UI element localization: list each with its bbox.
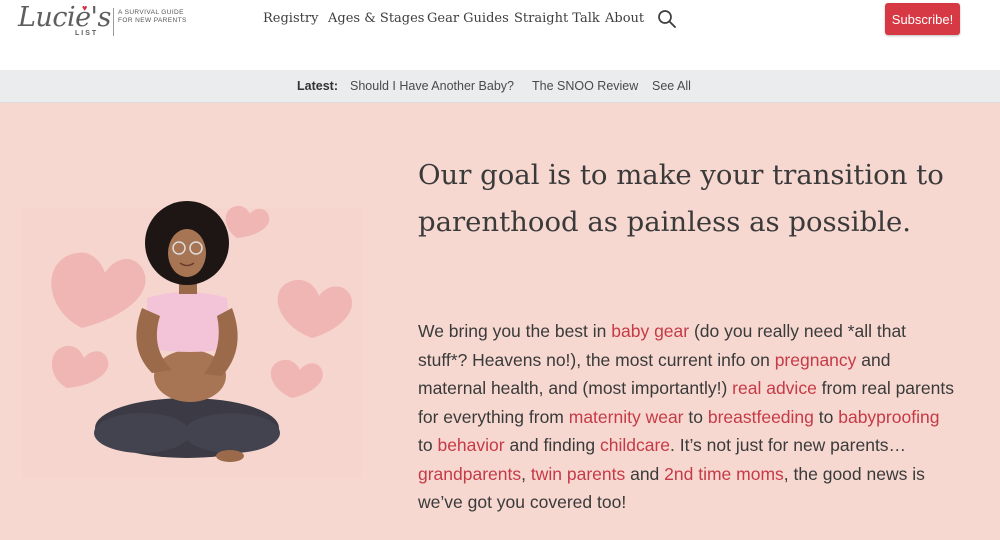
- body-text-segment: to: [683, 406, 708, 427]
- body-text-segment: to: [813, 406, 839, 427]
- hero-headline: Our goal is to make your transition to p…: [418, 159, 944, 238]
- hero-section: Our goal is to make your transition to p…: [0, 103, 1000, 540]
- nav-item-registry[interactable]: Registry: [263, 11, 318, 26]
- link-breastfeeding[interactable]: breastfeeding: [708, 407, 814, 427]
- heart-icon: ♥: [82, 3, 88, 13]
- hero-body-text: We bring you the best in baby gear (do y…: [418, 317, 958, 517]
- link-real-advice[interactable]: real advice: [732, 378, 817, 398]
- link-twin-parents[interactable]: twin parents: [531, 464, 625, 484]
- nav-item-about[interactable]: About: [605, 11, 644, 26]
- logo-list-text: LIST: [75, 30, 99, 37]
- latest-bar: Latest: Should I Have Another Baby? The …: [0, 70, 1000, 103]
- link-childcare[interactable]: childcare: [600, 435, 670, 455]
- latest-link-snoo-review[interactable]: The SNOO Review: [532, 79, 638, 93]
- logo-divider: [113, 8, 114, 36]
- link-maternity-wear[interactable]: maternity wear: [569, 407, 684, 427]
- search-icon[interactable]: [657, 9, 677, 29]
- nav-item-gear-guides[interactable]: Gear Guides: [427, 11, 509, 26]
- body-text-segment: . It’s not just for new parents…: [670, 435, 907, 455]
- link-2nd-time-moms[interactable]: 2nd time moms: [664, 464, 784, 484]
- link-grandparents[interactable]: grandparents: [418, 464, 521, 484]
- latest-link-another-baby[interactable]: Should I Have Another Baby?: [350, 79, 514, 93]
- latest-link-see-all[interactable]: See All: [652, 79, 691, 93]
- logo-script-text: Lucie's: [18, 2, 111, 33]
- subscribe-button[interactable]: Subscribe!: [885, 3, 960, 35]
- site-header: Lucie's ♥ LIST A SURVIVAL GUIDE FOR NEW …: [0, 0, 1000, 70]
- link-behavior[interactable]: behavior: [437, 435, 504, 455]
- body-text-segment: ,: [521, 463, 531, 484]
- pregnant-mother-illustration: [22, 201, 362, 478]
- logo-tagline: A SURVIVAL GUIDE FOR NEW PARENTS: [118, 9, 187, 24]
- link-pregnancy[interactable]: pregnancy: [775, 350, 857, 370]
- link-babyproofing[interactable]: babyproofing: [838, 407, 939, 427]
- body-text-segment: We bring you the best in: [418, 321, 612, 341]
- nav-item-straight-talk[interactable]: Straight Talk: [514, 11, 600, 26]
- latest-label: Latest:: [297, 79, 338, 93]
- body-text-segment: to: [418, 435, 438, 455]
- body-text-segment: and: [625, 463, 665, 484]
- link-baby-gear[interactable]: baby gear: [611, 321, 689, 341]
- nav-item-ages-stages[interactable]: Ages & Stages: [328, 11, 424, 26]
- body-text-segment: and finding: [504, 435, 600, 455]
- site-logo[interactable]: Lucie's ♥ LIST A SURVIVAL GUIDE FOR NEW …: [18, 2, 186, 42]
